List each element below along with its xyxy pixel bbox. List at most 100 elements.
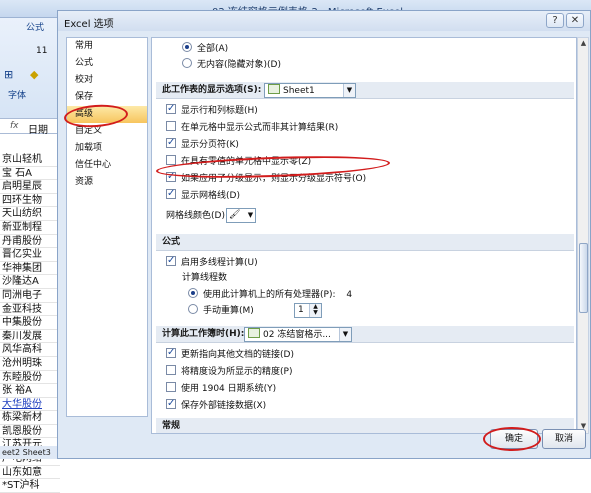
fx-icon[interactable]: fx	[10, 121, 19, 131]
nav-item-6[interactable]: 加载项	[67, 140, 147, 157]
close-button[interactable]: ✕	[566, 13, 584, 28]
nav-item-4[interactable]: 高级	[67, 106, 147, 123]
cell-row[interactable]: 宝 石A	[0, 167, 60, 181]
calc-option-checkbox[interactable]	[166, 382, 176, 392]
paint-bucket-icon: 🖌	[229, 210, 241, 220]
sheet-icon	[268, 84, 280, 94]
nav-item-7[interactable]: 信任中心	[67, 157, 147, 174]
nav-item-0[interactable]: 常用	[67, 38, 147, 55]
cell-row[interactable]: 启明星辰	[0, 180, 60, 194]
show-objects-none[interactable]: 无内容(隐藏对象)(D)	[182, 58, 281, 71]
cell-row[interactable]: 天山纺织	[0, 207, 60, 221]
calc-option-1[interactable]: 将精度设为所显示的精度(P)	[166, 365, 292, 378]
nav-item-3[interactable]: 保存	[67, 89, 147, 106]
cell-row[interactable]: 张 裕A	[0, 384, 60, 398]
cell-row[interactable]: 晋亿实业	[0, 248, 60, 262]
border-icon[interactable]: ⊞	[4, 68, 13, 81]
nav-item-8[interactable]: 资源	[67, 174, 147, 191]
use-all-processors-option[interactable]: 使用此计算机上的所有处理器(P): 4	[188, 288, 352, 301]
dialog-title: Excel 选项	[64, 19, 114, 30]
cell-row[interactable]: 大华股份	[0, 398, 60, 412]
sheet-option-0[interactable]: 显示行和列标题(H)	[166, 102, 258, 117]
formula-bar[interactable]: fx 日期	[0, 118, 60, 136]
nav-item-5[interactable]: 自定义	[67, 123, 147, 140]
help-button[interactable]: ?	[546, 13, 564, 28]
workbook-select[interactable]: 02 冻结窗格示... ▼	[244, 327, 352, 342]
sheet-option-2[interactable]: 显示分页符(K)	[166, 136, 239, 151]
cell-row[interactable]: 同洲电子	[0, 289, 60, 303]
radio-manual[interactable]	[188, 304, 198, 314]
options-content: 全部(A) 无内容(隐藏对象)(D) 此工作表的显示选项(S): Sheet1 …	[151, 37, 577, 434]
chevron-down-icon[interactable]: ▼	[246, 209, 255, 222]
calc-option-checkbox[interactable]	[166, 365, 176, 375]
thread-count-label: 计算线程数	[182, 273, 228, 283]
ribbon-tab-formulas[interactable]: 公式	[26, 20, 44, 33]
cell-row[interactable]: 沙隆达A	[0, 275, 60, 289]
cell-row[interactable]: *ST沪科	[0, 479, 60, 493]
sheet-option-checkbox[interactable]	[166, 136, 176, 149]
spinner-icon[interactable]: ▲ ▼	[309, 304, 321, 317]
cell-row[interactable]: 风华高科	[0, 343, 60, 357]
multithread-checkbox[interactable]	[166, 254, 176, 267]
ok-button[interactable]: 确定	[490, 429, 538, 449]
nav-item-1[interactable]: 公式	[67, 55, 147, 72]
calc-option-2[interactable]: 使用 1904 日期系统(Y)	[166, 382, 276, 395]
nav-item-2[interactable]: 校对	[67, 72, 147, 89]
sheet-tabs[interactable]: eet2 Sheet3	[0, 446, 60, 459]
multithread-option[interactable]: 启用多线程计算(U)	[166, 254, 258, 269]
chevron-down-icon[interactable]: ▼	[339, 328, 351, 341]
cell-row[interactable]: 中集股份	[0, 316, 60, 330]
gridline-color-label: 网格线颜色(D)	[166, 211, 225, 221]
cancel-button[interactable]: 取消	[542, 429, 586, 449]
scroll-up-icon[interactable]: ▲	[579, 39, 588, 48]
cell-row[interactable]: 东睦股份	[0, 371, 60, 385]
sheet-option-checkbox[interactable]	[166, 102, 176, 115]
chevron-down-icon[interactable]: ▼	[343, 84, 355, 97]
cell-row[interactable]: 四环生物	[0, 194, 60, 208]
excel-ribbon: 公式 11 ⊞ ◆ 字体	[0, 18, 60, 118]
sheet-option-checkbox[interactable]	[166, 155, 176, 165]
radio-none[interactable]	[182, 58, 192, 68]
sheet-option-3[interactable]: 在具有零值的单元格中显示零(Z)	[166, 155, 311, 168]
calc-workbook-section: 计算此工作簿时(H):	[156, 326, 574, 343]
font-group-label: 字体	[8, 91, 27, 101]
cell-row[interactable]: 栋梁新材	[0, 411, 60, 425]
radio-all[interactable]	[182, 42, 192, 52]
workbook-icon	[248, 328, 260, 338]
cell-row[interactable]: 京山轻机	[0, 153, 60, 167]
cell-row[interactable]: 秦川发展	[0, 330, 60, 344]
cell-row[interactable]: 金亚科技	[0, 303, 60, 317]
sheet-display-section: 此工作表的显示选项(S):	[156, 82, 574, 99]
dialog-titlebar[interactable]: Excel 选项 ? ✕	[58, 11, 590, 31]
sheet-option-4[interactable]: 如果应用了分级显示，则显示分级显示符号(O)	[166, 170, 366, 185]
sheet-option-checkbox[interactable]	[166, 187, 176, 200]
manual-recalc-option[interactable]: 手动重算(M)	[188, 304, 254, 317]
sheet-option-checkbox[interactable]	[166, 170, 176, 183]
content-scrollbar[interactable]: ▲ ▼	[577, 37, 589, 434]
calc-option-3[interactable]: 保存外部链接数据(X)	[166, 397, 266, 412]
cell-row[interactable]: 沧州明珠	[0, 357, 60, 371]
gridline-color-picker[interactable]: 🖌 ▼	[226, 208, 256, 223]
formula-section: 公式	[156, 234, 574, 251]
cell-row[interactable]: 凯恩股份	[0, 425, 60, 439]
sheet-option-checkbox[interactable]	[166, 121, 176, 131]
cell-row[interactable]: 华神集团	[0, 262, 60, 276]
font-size-box[interactable]: 11	[36, 46, 47, 56]
fill-color-icon[interactable]: ◆	[30, 68, 38, 81]
calc-option-checkbox[interactable]	[166, 346, 176, 359]
calc-option-0[interactable]: 更新指向其他文档的链接(D)	[166, 346, 294, 361]
cell-row[interactable]: 新亚制程	[0, 221, 60, 235]
scrollbar-thumb[interactable]	[579, 243, 588, 313]
cell-row[interactable]: 山东如意	[0, 466, 60, 480]
calc-option-checkbox[interactable]	[166, 397, 176, 410]
sheet-option-1[interactable]: 在单元格中显示公式而非其计算结果(R)	[166, 121, 338, 134]
show-objects-all[interactable]: 全部(A)	[182, 42, 228, 55]
sheet-select[interactable]: Sheet1 ▼	[264, 83, 356, 98]
sheet-option-5[interactable]: 显示网格线(D)	[166, 187, 240, 202]
thread-count-stepper[interactable]: 1 ▲ ▼	[294, 303, 322, 318]
radio-use-all[interactable]	[188, 288, 198, 298]
options-nav: 常用 公式 校对 保存 高级 自定义 加载项 信任中心 资源	[66, 37, 148, 417]
cell-row[interactable]: 丹甫股份	[0, 235, 60, 249]
header-cell: 日期	[28, 125, 48, 136]
cell-column[interactable]: 京山轻机宝 石A 启明星辰 四环生物 天山纺织 新亚制程 丹甫股份 晋亿实业 华神集团 沙隆达A…	[0, 153, 60, 493]
